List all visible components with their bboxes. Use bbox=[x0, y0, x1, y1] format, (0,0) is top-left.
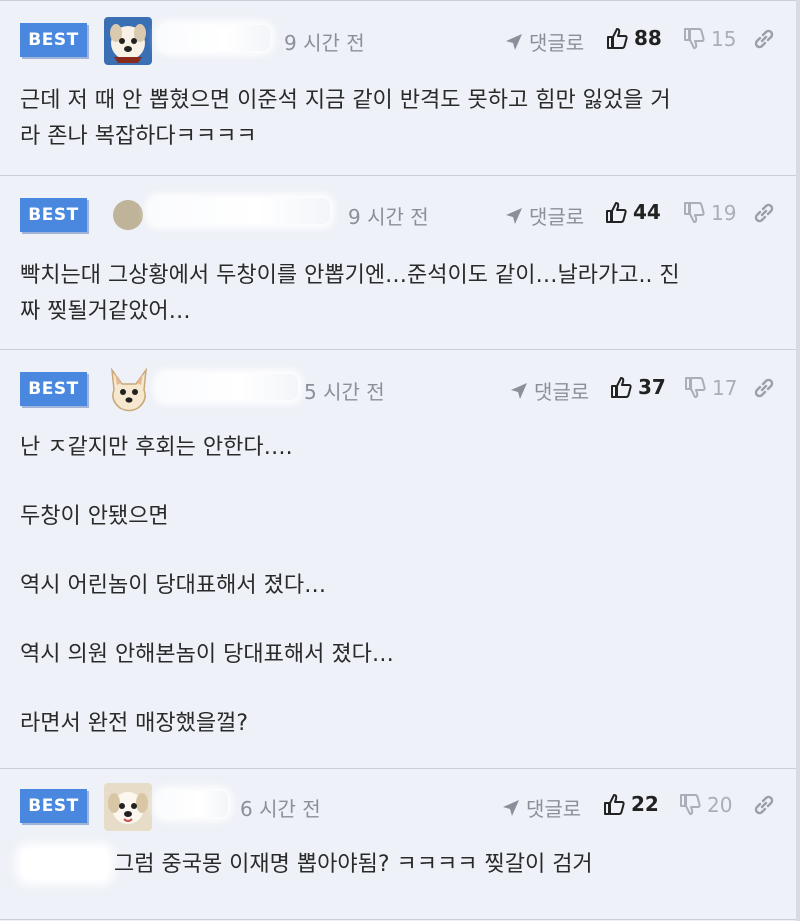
reply-button[interactable]: 댓글로 bbox=[503, 27, 584, 56]
comment-line: 그럼 중국몽 이재명 뽑아야됨? ㅋㅋㅋㅋ 찢갈이 검거 bbox=[114, 852, 593, 877]
comment-list: BEST 9 시간 전 댓글로 88 15 근데 저 때 안 뽑혔으면 이준석 … bbox=[0, 0, 800, 921]
dog-avatar-icon[interactable] bbox=[104, 17, 152, 65]
thumbs-up-icon bbox=[606, 202, 627, 223]
comment-meta: BEST 9 시간 전 댓글로 44 19 bbox=[0, 176, 800, 246]
comment-item: BEST 6 시간 전 댓글로 22 20 그럼 중국몽 이재명 뽑아야됨? ㅋ… bbox=[0, 769, 800, 920]
reply-button[interactable]: 댓글로 bbox=[500, 793, 581, 822]
nickname-redacted bbox=[150, 198, 330, 224]
comment-body: 근데 저 때 안 뽑혔으면 이준석 지금 같이 반격도 못하고 힘만 잃었을 거… bbox=[20, 83, 780, 155]
reply-label: 댓글로 bbox=[529, 31, 585, 55]
reply-label: 댓글로 bbox=[526, 797, 582, 821]
dog-avatar-icon[interactable] bbox=[104, 783, 152, 831]
best-badge: BEST bbox=[20, 23, 87, 57]
dislike-count: 15 bbox=[711, 27, 737, 51]
comment-line: 근데 저 때 안 뽑혔으면 이준석 지금 같이 반격도 못하고 힘만 잃었을 거 bbox=[20, 88, 671, 113]
reply-button[interactable]: 댓글로 bbox=[508, 376, 589, 405]
comment-item: BEST 9 시간 전 댓글로 44 19 빡치는대 그상황에서 두창이를 안뽑… bbox=[0, 176, 800, 350]
reply-arrow-icon bbox=[506, 33, 522, 50]
thumbs-up-icon bbox=[604, 794, 625, 815]
comment-time: 9 시간 전 bbox=[284, 31, 365, 55]
comment-line: 두창이 안됐으면 bbox=[20, 504, 169, 529]
comment-item: BEST 5 시간 전 댓글로 37 17 난 ㅈ같지만 후회는 안한다…. 두… bbox=[0, 350, 800, 769]
thumbs-up-icon bbox=[611, 377, 632, 398]
thumbs-up-icon bbox=[607, 28, 628, 49]
comment-body: 그럼 중국몽 이재명 뽑아야됨? ㅋㅋㅋㅋ 찢갈이 검거 bbox=[114, 847, 780, 883]
reply-arrow-icon bbox=[511, 382, 527, 399]
mention-redacted bbox=[22, 849, 108, 879]
comment-time: 6 시간 전 bbox=[240, 797, 321, 821]
comment-line: 짜 찢될거같았어… bbox=[20, 299, 191, 324]
dislike-button[interactable]: 17 bbox=[684, 376, 737, 400]
dislike-button[interactable]: 20 bbox=[679, 793, 732, 817]
comment-body: 빡치는대 그상황에서 두창이를 안뽑기엔…준석이도 같이…날라가고.. 진 짜 … bbox=[20, 258, 780, 330]
best-badge: BEST bbox=[20, 198, 87, 232]
best-badge: BEST bbox=[20, 372, 87, 406]
dislike-count: 19 bbox=[711, 201, 737, 225]
like-count: 37 bbox=[638, 375, 666, 399]
comment-line: 라 존나 복잡하다ㅋㅋㅋㅋ bbox=[20, 124, 257, 149]
reply-label: 댓글로 bbox=[534, 380, 590, 404]
comment-meta: BEST 6 시간 전 댓글로 22 20 bbox=[0, 769, 800, 839]
thumbs-down-icon bbox=[685, 377, 706, 398]
thumbs-down-icon bbox=[684, 28, 705, 49]
comment-body: 난 ㅈ같지만 후회는 안한다…. 두창이 안됐으면 역시 어린놈이 당대표해서 … bbox=[20, 430, 780, 742]
comment-time: 5 시간 전 bbox=[304, 380, 385, 404]
comment-meta: BEST 5 시간 전 댓글로 37 17 bbox=[0, 350, 800, 420]
like-count: 88 bbox=[634, 26, 662, 50]
comment-line: 역시 의원 안해본놈이 당대표해서 졌다… bbox=[20, 642, 394, 667]
dislike-count: 17 bbox=[712, 376, 738, 400]
like-count: 22 bbox=[631, 792, 659, 816]
dislike-count: 20 bbox=[707, 793, 733, 817]
comment-time: 9 시간 전 bbox=[348, 205, 429, 229]
link-icon[interactable] bbox=[752, 376, 776, 400]
reply-arrow-icon bbox=[506, 207, 522, 224]
comment-line: 난 ㅈ같지만 후회는 안한다…. bbox=[20, 435, 293, 460]
like-button[interactable]: 22 bbox=[603, 792, 659, 816]
circle-avatar-icon[interactable] bbox=[113, 200, 143, 230]
comment-line: 라면서 완전 매장했을껄? bbox=[20, 711, 249, 736]
reply-label: 댓글로 bbox=[529, 205, 585, 229]
dislike-button[interactable]: 19 bbox=[683, 201, 736, 225]
link-icon[interactable] bbox=[752, 793, 776, 817]
best-badge: BEST bbox=[20, 789, 87, 823]
dislike-button[interactable]: 15 bbox=[683, 27, 736, 51]
nickname-redacted bbox=[158, 791, 228, 817]
thumbs-down-icon bbox=[680, 794, 701, 815]
nickname-redacted bbox=[158, 374, 298, 400]
comment-item: BEST 9 시간 전 댓글로 88 15 근데 저 때 안 뽑혔으면 이준석 … bbox=[0, 0, 800, 176]
comment-meta: BEST 9 시간 전 댓글로 88 15 bbox=[0, 1, 800, 71]
like-button[interactable]: 44 bbox=[605, 200, 661, 224]
link-icon[interactable] bbox=[752, 27, 776, 51]
comment-line: 빡치는대 그상황에서 두창이를 안뽑기엔…준석이도 같이…날라가고.. 진 bbox=[20, 263, 680, 288]
reply-button[interactable]: 댓글로 bbox=[503, 201, 584, 230]
thumbs-down-icon bbox=[684, 202, 705, 223]
comment-line: 역시 어린놈이 당대표해서 졌다… bbox=[20, 573, 327, 598]
nickname-redacted bbox=[160, 25, 270, 51]
scrollbar[interactable] bbox=[796, 0, 800, 921]
reply-arrow-icon bbox=[503, 799, 519, 816]
like-count: 44 bbox=[633, 200, 661, 224]
like-button[interactable]: 37 bbox=[610, 375, 666, 399]
dog-avatar-icon[interactable] bbox=[106, 366, 152, 414]
like-button[interactable]: 88 bbox=[606, 26, 662, 50]
link-icon[interactable] bbox=[752, 201, 776, 225]
